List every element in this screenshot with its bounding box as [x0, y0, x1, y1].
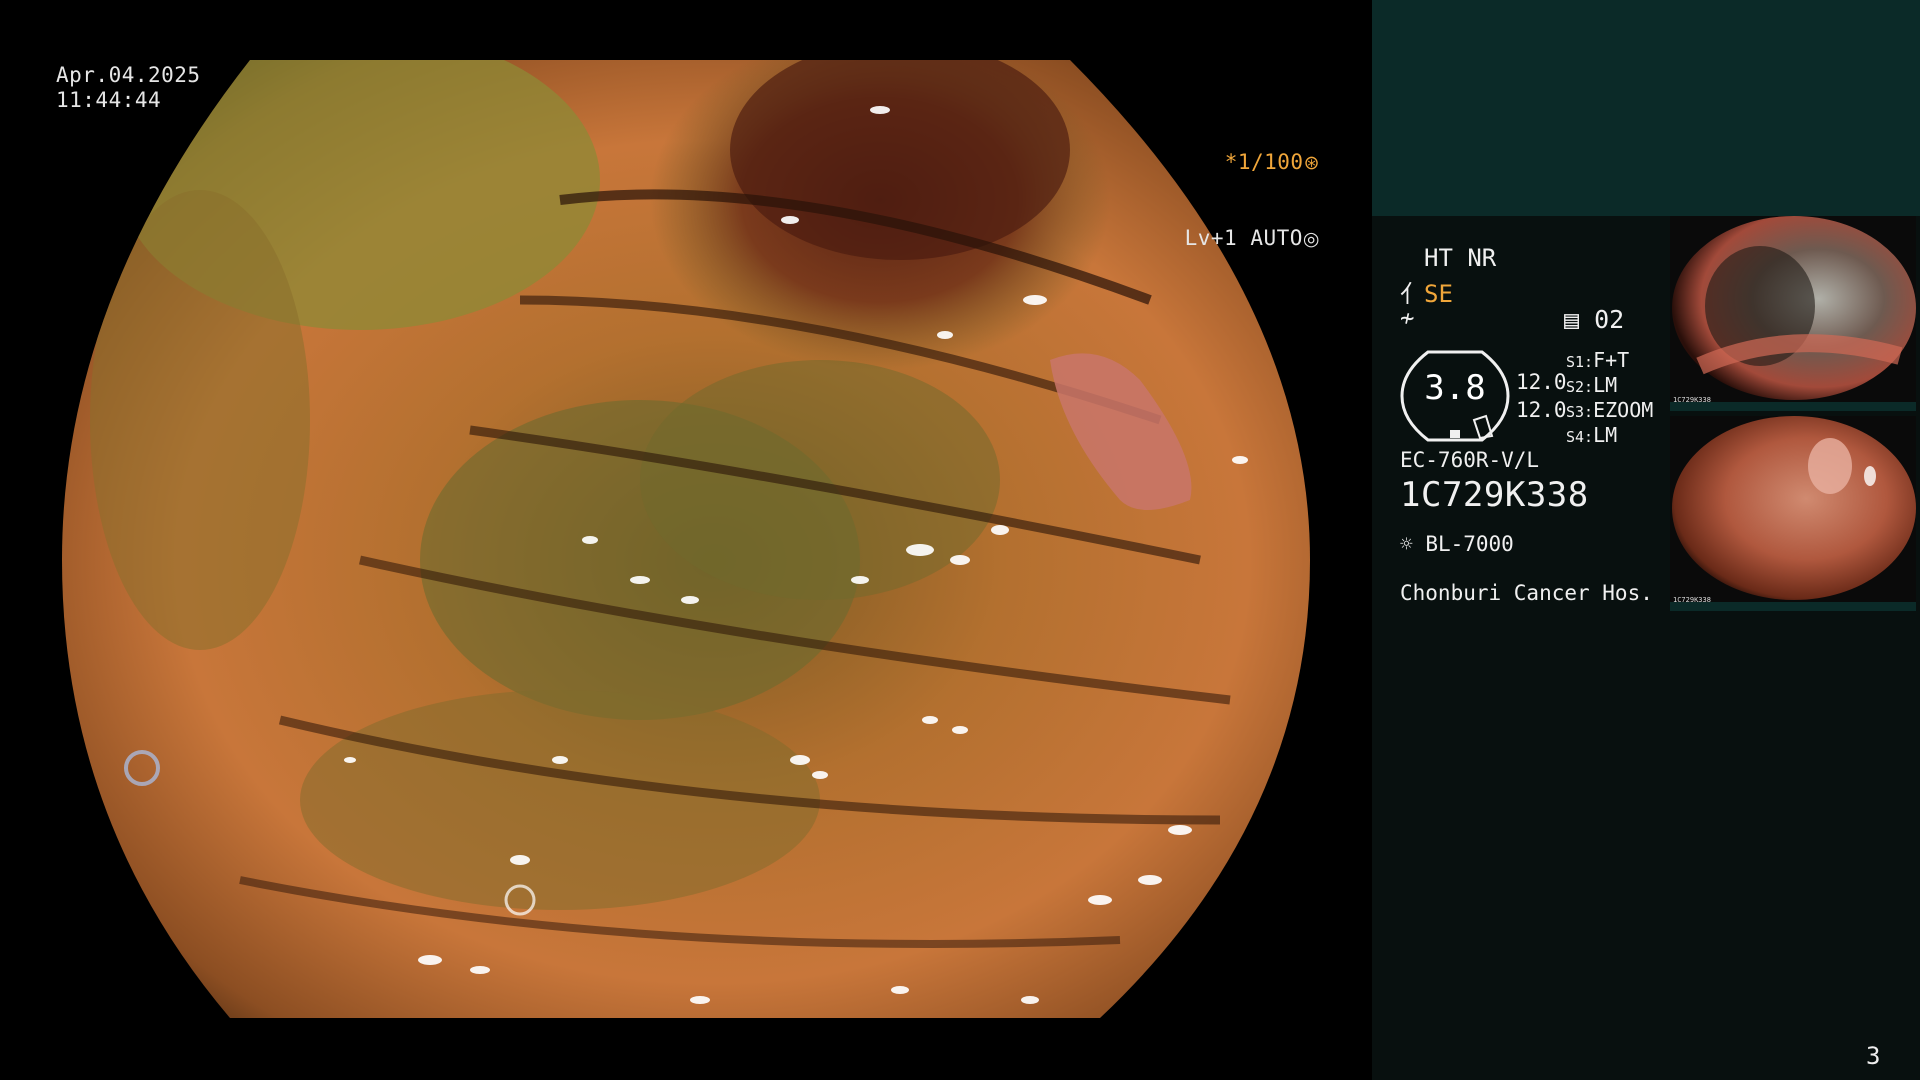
switch-value: LM — [1593, 423, 1618, 447]
gauge-value: 3.8 — [1424, 368, 1486, 408]
shutter-speed-row: *1/100⊛ — [1185, 150, 1320, 176]
hospital-name: Chonburi Cancer Hos. — [1400, 581, 1653, 605]
ht-nr-label: HT NR — [1424, 244, 1497, 272]
exam-time: 11:44:44 — [56, 88, 162, 112]
light-source: BL-7000 — [1425, 532, 1514, 556]
enhance-level-row: Lv+1 AUTO◎ — [1185, 226, 1320, 252]
scope-serial: 1C729K338 — [1400, 475, 1589, 515]
thumbnail-footer — [1670, 402, 1916, 411]
switch-key: S1: — [1566, 353, 1594, 371]
aperture-icon: ⊛ — [1303, 152, 1320, 174]
memo-row: ▤ 02 — [1564, 305, 1624, 334]
edge-enhance-icon: ≁ — [1400, 304, 1415, 332]
switch-key: S3: — [1566, 403, 1594, 421]
switch-row: S3:EZOOM — [1566, 398, 1653, 422]
switch-value: F+T — [1593, 348, 1630, 372]
light-source-icon: ☼ — [1400, 532, 1413, 556]
se-label: SE — [1424, 280, 1453, 308]
page-number: 3 — [1866, 1042, 1881, 1070]
endoscopic-image-view: Apr.04.2025 11:44:44 *1/100⊛ Lv+1 AUTO◎ — [0, 0, 1372, 1080]
switch-row: S1:F+T — [1566, 348, 1629, 372]
date-time-overlay: Apr.04.2025 11:44:44 — [56, 63, 201, 113]
info-panel-header — [1372, 0, 1920, 216]
info-panel: HT NR ⺅SE ≁ ▤ 02 3.8 12.0 12.0 S1:F+T S2… — [1372, 0, 1920, 1080]
memo-icon: ▤ — [1564, 305, 1580, 334]
light-source-row: ☼ BL-7000 — [1400, 532, 1514, 556]
switch-value: LM — [1593, 373, 1618, 397]
thumbnail-footer — [1670, 602, 1916, 611]
switch-key: S4: — [1566, 428, 1594, 446]
enhance-level: Lv+1 AUTO — [1184, 226, 1303, 250]
thumbnail-image — [1672, 216, 1916, 400]
exposure-overlay: *1/100⊛ Lv+1 AUTO◎ — [1185, 100, 1320, 302]
switch-row: S2:LM — [1566, 373, 1617, 397]
switch-value: EZOOM — [1593, 398, 1654, 422]
shutter-speed: *1/100 — [1224, 150, 1304, 174]
endoscopic-image — [62, 60, 1310, 1018]
capture-thumbnail[interactable]: 1C729K338 — [1670, 416, 1916, 611]
thumbnail-image — [1672, 416, 1916, 600]
iris-icon: ◎ — [1302, 228, 1320, 250]
magnification-gauge: 3.8 — [1400, 350, 1510, 442]
switch-row: S4:LM — [1566, 423, 1617, 447]
gauge-value-1: 12.0 — [1516, 370, 1567, 394]
switch-key: S2: — [1566, 378, 1594, 396]
endoscopy-screen: Apr.04.2025 11:44:44 *1/100⊛ Lv+1 AUTO◎ … — [0, 0, 1920, 1080]
memo-count: 02 — [1594, 305, 1625, 334]
capture-thumbnail[interactable]: 1C729K338 — [1670, 216, 1916, 411]
exam-date: Apr.04.2025 — [56, 63, 201, 87]
scope-model: EC-760R-V/L — [1400, 448, 1540, 472]
gauge-value-2: 12.0 — [1516, 398, 1567, 422]
